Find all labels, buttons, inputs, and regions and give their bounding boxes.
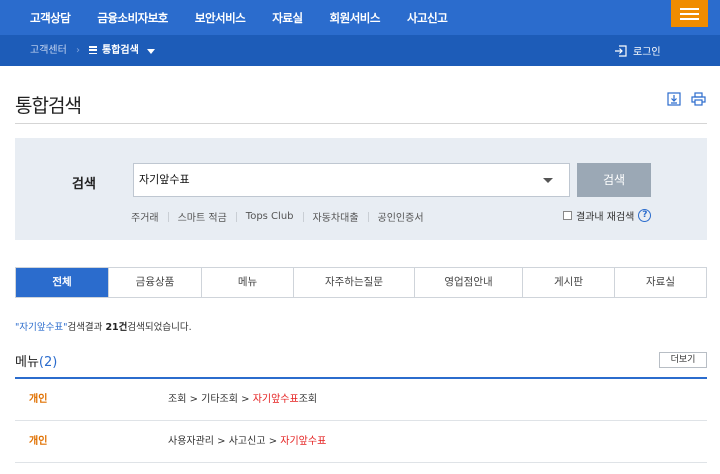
print-icon[interactable] (691, 92, 706, 106)
tab-branch-info[interactable]: 영업점안내 (415, 268, 523, 297)
result-tabs: 전체 금융상품 메뉴 자주하는질문 영업점안내 게시판 자료실 (15, 267, 707, 298)
chevron-down-icon[interactable] (147, 49, 155, 54)
tab-all[interactable]: 전체 (16, 268, 109, 297)
login-label: 로그인 (633, 47, 661, 58)
row-path[interactable]: 사용자관리 > 사고신고 > 자기앞수표 (168, 421, 326, 463)
section-title: 메뉴(2) (15, 351, 57, 370)
rescan-label[interactable]: 결과내 재검색 (576, 208, 634, 223)
title-divider (15, 123, 707, 124)
section-title-label: 메뉴 (15, 355, 39, 370)
tab-financial-products[interactable]: 금융상품 (109, 268, 202, 297)
help-icon[interactable]: ? (638, 209, 652, 222)
list-item[interactable]: 개인 사용자관리 > 사고신고 > 자기앞수표 (15, 421, 707, 463)
row-path-suffix: 조회 (298, 394, 318, 405)
top-menu: 고객상담 금융소비자보호 보안서비스 자료실 회원서비스 사고신고 (30, 0, 474, 35)
download-icon[interactable] (667, 92, 681, 106)
login-button[interactable]: 로그인 (614, 35, 661, 66)
top-menu-item-library[interactable]: 자료실 (272, 10, 303, 26)
list-icon (89, 46, 97, 54)
result-keyword: "자기앞수표" (15, 322, 68, 333)
page-tools (667, 92, 706, 106)
search-input[interactable]: 자기앞수표 (133, 163, 570, 197)
row-path-text: 사용자관리 > 사고신고 > (168, 436, 281, 447)
tab-faq[interactable]: 자주하는질문 (294, 268, 415, 297)
top-menu-item-report[interactable]: 사고신고 (407, 10, 448, 26)
top-menu-item-member[interactable]: 회원서비스 (330, 10, 381, 26)
top-menu-item-consult[interactable]: 고객상담 (30, 10, 71, 26)
row-highlight: 자기앞수표 (252, 394, 299, 405)
popular-keywords: 주거래 스마트 적금 Tops Club 자동차대출 공인인증서 (131, 209, 433, 224)
search-input-value: 자기앞수표 (139, 173, 190, 186)
page-title: 통합검색 (15, 95, 82, 117)
search-panel: 검색 자기앞수표 검색 주거래 스마트 적금 Tops Club 자동차대출 공… (15, 138, 707, 240)
search-label: 검색 (72, 177, 96, 192)
top-menu-item-consumer-protection[interactable]: 금융소비자보호 (97, 10, 168, 26)
keyword-link[interactable]: Tops Club (237, 211, 303, 222)
rescan-option: 결과내 재검색 ? (563, 208, 652, 223)
tab-menu[interactable]: 메뉴 (202, 268, 294, 297)
keyword-link[interactable]: 스마트 적금 (169, 209, 236, 224)
chevron-down-icon[interactable] (543, 178, 553, 183)
row-category: 개인 (29, 436, 48, 447)
row-category: 개인 (29, 394, 48, 405)
row-path-text: 조회 > 기타조회 > (168, 394, 253, 405)
more-button[interactable]: 더보기 (659, 352, 707, 368)
hamburger-icon[interactable] (671, 0, 708, 27)
keyword-link[interactable]: 주거래 (131, 209, 168, 224)
chevron-right-icon: › (76, 45, 80, 56)
breadcrumb-current[interactable]: 통합검색 (102, 35, 139, 66)
top-menu-item-security[interactable]: 보안서비스 (195, 10, 246, 26)
section-count: (2) (38, 355, 58, 370)
top-navigation: 고객상담 금융소비자보호 보안서비스 자료실 회원서비스 사고신고 (0, 0, 720, 35)
breadcrumb-home[interactable]: 고객센터 (30, 35, 67, 66)
keyword-link[interactable]: 공인인증서 (369, 209, 433, 224)
result-text: 검색결과 (67, 322, 106, 333)
rescan-checkbox[interactable] (563, 211, 572, 220)
keyword-link[interactable]: 자동차대출 (304, 209, 368, 224)
login-icon (615, 44, 627, 57)
result-count: 21건 (105, 322, 128, 333)
row-path[interactable]: 조회 > 기타조회 > 자기앞수표조회 (168, 379, 317, 421)
tab-library[interactable]: 자료실 (615, 268, 706, 297)
result-summary: "자기앞수표"검색결과 21건검색되었습니다. (15, 319, 192, 333)
list-item[interactable]: 개인 조회 > 기타조회 > 자기앞수표조회 (15, 379, 707, 421)
row-highlight: 자기앞수표 (280, 436, 327, 447)
breadcrumb: 고객센터 › 통합검색 로그인 (0, 35, 720, 66)
tab-board[interactable]: 게시판 (523, 268, 615, 297)
result-text-end: 검색되었습니다. (127, 322, 192, 333)
search-button[interactable]: 검색 (577, 163, 651, 197)
